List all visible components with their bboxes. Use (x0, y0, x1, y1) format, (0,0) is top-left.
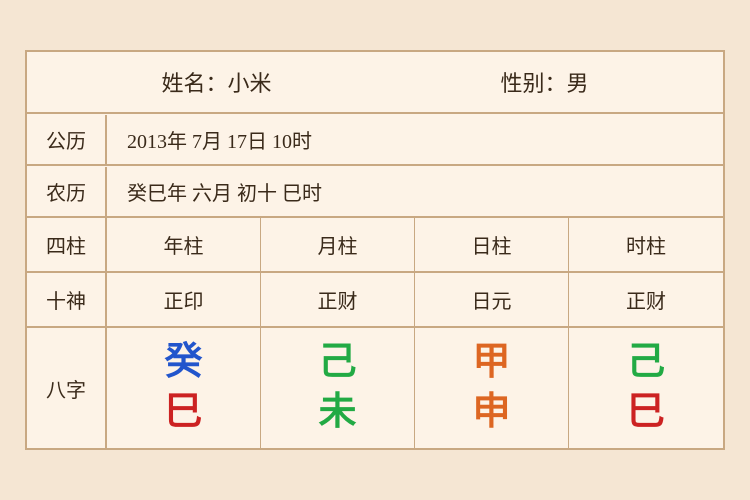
bazi-bottom-1: 未 (318, 392, 356, 434)
bazi-cells: 癸巳己未甲申己巳 (107, 328, 723, 448)
bazi-top-3: 己 (627, 342, 665, 384)
bazi-label: 八字 (27, 328, 107, 448)
shishen-label: 十神 (27, 273, 107, 326)
solar-label: 公历 (27, 115, 107, 164)
shishen-cell-0: 正印 (107, 273, 261, 326)
shishen-cell-2: 日元 (415, 273, 569, 326)
sizhu-cell-0: 年柱 (107, 218, 261, 271)
gender-label: 性别：男 (500, 66, 588, 98)
sizhu-row: 四柱 年柱 月柱 日柱 时柱 (27, 218, 723, 273)
bazi-cell-1: 己未 (261, 328, 415, 448)
shishen-cell-1: 正财 (261, 273, 415, 326)
bazi-top-1: 己 (318, 342, 356, 384)
sizhu-label: 四柱 (27, 218, 107, 271)
lunar-row: 农历 癸巳年 六月 初十 巳时 (27, 166, 723, 218)
main-container: 姓名：小米 性别：男 公历 2013年 7月 17日 10时 农历 癸巳年 六月… (25, 50, 725, 450)
sizhu-cell-3: 时柱 (569, 218, 723, 271)
sizhu-cells: 年柱 月柱 日柱 时柱 (107, 218, 723, 271)
bazi-top-0: 癸 (164, 342, 202, 384)
name-label: 姓名：小米 (161, 66, 271, 98)
shishen-row: 十神 正印 正财 日元 正财 (27, 273, 723, 328)
shishen-cell-3: 正财 (569, 273, 723, 326)
bazi-bottom-0: 巳 (164, 392, 202, 434)
bazi-cell-0: 癸巳 (107, 328, 261, 448)
bazi-bottom-3: 巳 (627, 392, 665, 434)
header-row: 姓名：小米 性别：男 (27, 52, 723, 114)
bazi-cell-3: 己巳 (569, 328, 723, 448)
sizhu-cell-2: 日柱 (415, 218, 569, 271)
shishen-cells: 正印 正财 日元 正财 (107, 273, 723, 326)
solar-value: 2013年 7月 17日 10时 (107, 115, 723, 164)
bazi-bottom-2: 申 (472, 392, 510, 434)
lunar-value: 癸巳年 六月 初十 巳时 (107, 167, 723, 216)
bazi-top-2: 甲 (472, 342, 510, 384)
bazi-cell-2: 甲申 (415, 328, 569, 448)
sizhu-cell-1: 月柱 (261, 218, 415, 271)
bazi-row: 八字 癸巳己未甲申己巳 (27, 328, 723, 448)
solar-row: 公历 2013年 7月 17日 10时 (27, 114, 723, 166)
lunar-label: 农历 (27, 167, 107, 216)
